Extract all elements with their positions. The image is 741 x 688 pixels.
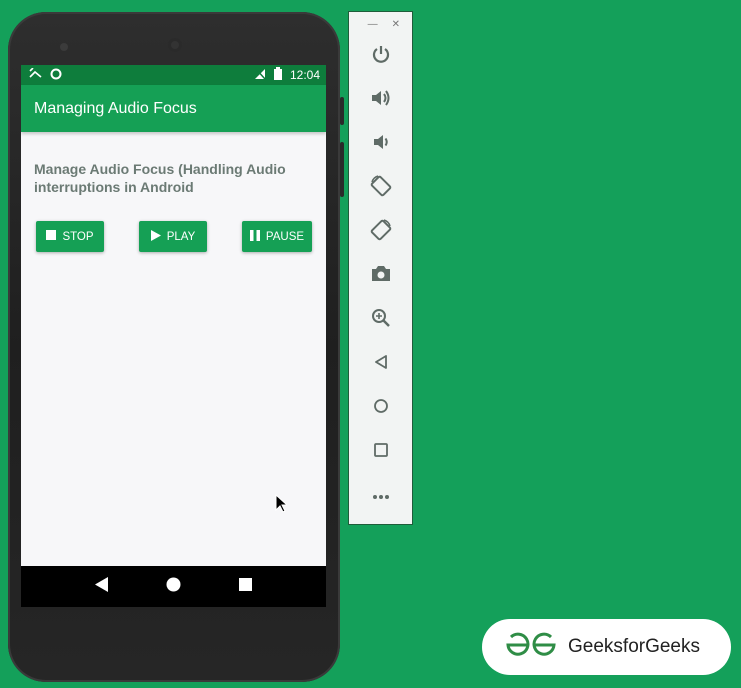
power-icon xyxy=(371,44,391,69)
gfg-logo-icon xyxy=(504,632,558,663)
camera-icon xyxy=(371,265,391,287)
close-icon[interactable]: ✕ xyxy=(392,19,400,34)
front-sensor xyxy=(60,43,68,51)
zoom-icon xyxy=(371,308,391,333)
no-signal-icon xyxy=(254,67,266,83)
home-button[interactable] xyxy=(349,386,412,430)
nav-home-icon[interactable] xyxy=(166,577,181,597)
app-title: Managing Audio Focus xyxy=(34,99,197,117)
overview-button[interactable] xyxy=(349,430,412,474)
back-icon xyxy=(373,354,389,375)
stop-label: STOP xyxy=(62,230,94,243)
emulator-toolbar: — ✕ xyxy=(348,11,413,525)
sync-icon xyxy=(50,68,62,83)
pause-icon xyxy=(249,229,260,244)
rotate-left-icon xyxy=(369,174,393,203)
app-bar: Managing Audio Focus xyxy=(21,85,326,132)
stop-button[interactable]: STOP xyxy=(36,221,104,252)
volume-down-icon xyxy=(371,132,391,157)
rotate-right-icon xyxy=(369,218,393,247)
missed-call-icon xyxy=(29,67,42,82)
android-nav-bar xyxy=(21,566,326,607)
stop-icon xyxy=(46,230,57,243)
power-button[interactable] xyxy=(349,34,412,78)
volume-up-button[interactable] xyxy=(349,78,412,122)
play-label: PLAY xyxy=(166,230,196,243)
screenshot-button[interactable] xyxy=(349,254,412,298)
play-button[interactable]: PLAY xyxy=(139,221,207,252)
more-icon xyxy=(372,487,390,505)
phone-volume-button xyxy=(340,142,344,197)
mouse-cursor-icon xyxy=(275,493,289,519)
nav-back-icon[interactable] xyxy=(94,576,109,597)
volume-down-button[interactable] xyxy=(349,122,412,166)
battery-icon xyxy=(273,67,282,83)
phone-power-button xyxy=(340,97,344,125)
phone-screen: 12:04 Managing Audio Focus Manage Audio … xyxy=(21,65,326,607)
play-icon xyxy=(150,229,161,244)
window-controls: — ✕ xyxy=(349,12,412,34)
nav-overview-icon[interactable] xyxy=(239,577,253,596)
pause-label: PAUSE xyxy=(265,230,305,243)
pause-button[interactable]: PAUSE xyxy=(242,221,312,252)
front-camera xyxy=(168,38,182,52)
more-button[interactable] xyxy=(349,474,412,518)
volume-up-icon xyxy=(370,88,392,113)
rotate-left-button[interactable] xyxy=(349,166,412,210)
button-row: STOP PLAY PAUSE xyxy=(34,221,314,252)
gfg-watermark: GeeksforGeeks xyxy=(482,619,731,675)
minimize-icon[interactable]: — xyxy=(368,19,378,34)
rotate-right-button[interactable] xyxy=(349,210,412,254)
zoom-button[interactable] xyxy=(349,298,412,342)
main-content: Manage Audio Focus (Handling Audio inter… xyxy=(21,132,326,252)
page-heading: Manage Audio Focus (Handling Audio inter… xyxy=(34,161,286,195)
gfg-text: GeeksforGeeks xyxy=(568,636,700,657)
overview-icon xyxy=(373,442,389,463)
clock: 12:04 xyxy=(289,68,320,82)
back-button[interactable] xyxy=(349,342,412,386)
home-icon xyxy=(373,398,389,419)
status-bar: 12:04 xyxy=(21,65,326,85)
